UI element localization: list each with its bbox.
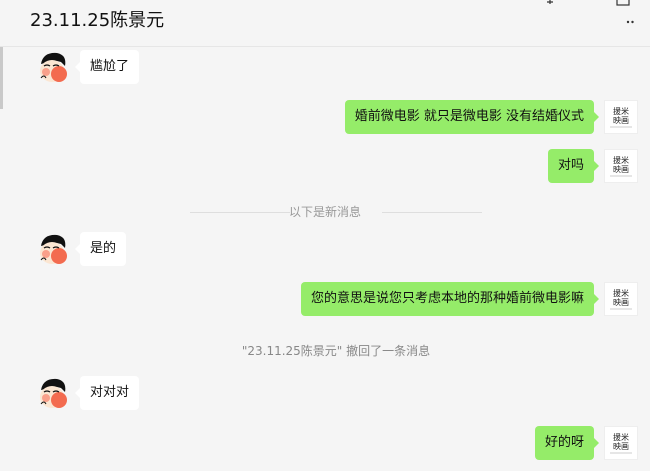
brand-logo-text: 映画 bbox=[613, 164, 629, 174]
more-options-icon[interactable] bbox=[626, 12, 634, 28]
brand-logo-subline bbox=[610, 308, 632, 309]
brand-logo-text: 映画 bbox=[613, 115, 629, 125]
brand-logo-text: 映画 bbox=[613, 297, 629, 307]
new-messages-divider: 以下是新消息 bbox=[0, 203, 650, 219]
brand-logo-icon[interactable]: 援米 映画 bbox=[604, 100, 638, 134]
divider-label: 以下是新消息 bbox=[288, 205, 361, 219]
brand-logo-text: 援米 bbox=[613, 432, 629, 442]
message-bubble-sent[interactable]: 婚前微电影 就只是微电影 没有结婚仪式 bbox=[344, 100, 600, 134]
message-bubble-received[interactable]: 是的 bbox=[74, 232, 127, 266]
brand-logo-icon[interactable]: 援米 映画 bbox=[604, 426, 638, 460]
message-bubble-received[interactable]: 对对对 bbox=[74, 376, 140, 410]
message-bubble-sent[interactable]: 您的意思是说您只考虑本地的那种婚前微电影嘛 bbox=[300, 282, 600, 316]
cartoon-avatar-icon[interactable] bbox=[35, 50, 69, 84]
brand-logo-subline bbox=[610, 126, 632, 127]
message-bubble-received[interactable]: 尴尬了 bbox=[74, 50, 140, 84]
scrollbar-thumb[interactable] bbox=[0, 47, 3, 109]
brand-logo-text: 援米 bbox=[613, 288, 629, 298]
brand-logo-icon[interactable]: 援米 映画 bbox=[604, 282, 638, 316]
cartoon-avatar-icon[interactable] bbox=[35, 376, 69, 410]
brand-logo-text: 映画 bbox=[613, 441, 629, 451]
pin-icon[interactable] bbox=[545, 0, 555, 8]
brand-logo-subline bbox=[610, 452, 632, 453]
chat-header: 23.11.25陈景元 bbox=[0, 0, 650, 47]
divider-line bbox=[382, 212, 482, 213]
brand-logo-text: 援米 bbox=[613, 106, 629, 116]
brand-logo-icon[interactable]: 援米 映画 bbox=[604, 149, 638, 183]
brand-logo-subline bbox=[610, 175, 632, 176]
message-bubble-sent[interactable]: 好的呀 bbox=[534, 426, 600, 460]
window-icon[interactable] bbox=[616, 0, 630, 6]
message-bubble-sent[interactable]: 对吗 bbox=[547, 149, 600, 183]
chat-title: 23.11.25陈景元 bbox=[30, 10, 165, 31]
recall-notice: "23.11.25陈景元" 撤回了一条消息 bbox=[241, 344, 431, 358]
cartoon-avatar-icon[interactable] bbox=[35, 232, 69, 266]
brand-logo-text: 援米 bbox=[613, 155, 629, 165]
